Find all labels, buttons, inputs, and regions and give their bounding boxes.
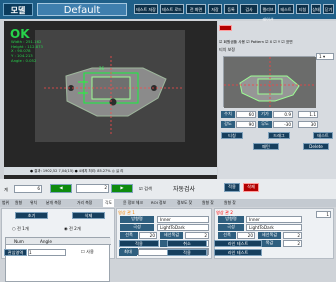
polarity-label-1: 극성 [120,224,154,231]
angle-header: Angle [40,239,52,244]
init-button[interactable]: 초기 [15,212,48,219]
pattern-button[interactable]: 패턴 [253,143,279,150]
width-input-2[interactable]: 20 [237,232,255,239]
register-button[interactable]: 등록 [224,4,238,14]
template-preview [223,56,316,108]
inspect-button[interactable]: 검사 [240,4,258,14]
delete-red-button[interactable]: 삭제 [243,183,259,192]
apply-line-button[interactable]: 적용 [119,240,159,247]
test-save-button[interactable]: 테스트 저장 [134,4,158,14]
line-test-button-top[interactable]: 라인 테스트 [214,240,262,247]
direction-label-2: 방향명 [218,216,244,223]
close-button[interactable]: 닫기 [323,4,334,14]
apply-button[interactable]: 적용 [224,183,240,192]
roi-button[interactable]: 관심영역 [4,249,27,256]
side-value-input[interactable]: 1 [316,211,331,218]
max-label: 최대 [119,249,137,256]
scale-label: 기가 [258,111,272,118]
size-input[interactable]: 60 [236,111,256,118]
polarity-select-1[interactable]: LightToDark [157,224,209,231]
fine-width-input-2[interactable]: 2 [283,232,302,239]
tab-find[interactable]: 정보도 찾 [175,199,194,207]
width-label-1: 선폭 [120,232,138,239]
angle-max-input[interactable]: 30 [298,121,318,128]
camera-badge: 26 [99,66,105,71]
model-title: Default [37,3,127,16]
page-input[interactable]: 2 [76,184,109,193]
checkbox-icon[interactable]: ☑ [265,40,268,44]
measurement-readout: Width : 251.162 Height : 112.873 X : 90.… [11,39,43,63]
cancel-line-button[interactable]: 취소 [167,240,207,247]
save-button[interactable]: 저장 [208,4,222,14]
app-logo: 모델 [3,3,33,16]
full-screen-button[interactable]: 전 화면 [186,4,206,14]
checkbox-icon[interactable]: ☑ [246,40,249,44]
search-checkbox[interactable]: ☑ 검색 [139,186,161,192]
angle-table[interactable]: Num Angle [5,237,111,282]
apply-bottom-button[interactable]: 적용 [167,249,207,256]
radio-one[interactable]: ○ 전 1개 [12,226,47,232]
tab-check[interactable]: 윤 정보 체크 [121,199,145,207]
checkbox-icon[interactable]: ☑ [219,40,222,44]
status-button[interactable]: 상태 [311,4,321,14]
camera-status-bar: ● 결과: 1902,52 7,04(15) ● 4세치 처리: 85.27% … [4,167,217,175]
tab-distance-measure[interactable]: 거리 측정 [75,199,94,207]
delete-button[interactable]: Delete [303,143,329,150]
table-header: Num Angle [6,238,111,245]
direction-select-1[interactable]: Inner [157,216,209,223]
line-test-button-bottom[interactable]: 라인 테스트 [214,249,262,256]
feature-checkbox-row[interactable]: ☑ 회원샘플 사용 ☑ Pattern ☑ X ☑ Y ☑ 표면 [219,39,334,45]
angle-min-input[interactable]: -30 [273,121,293,128]
strength-label: 강도 [221,121,235,128]
fine-width-label-2: 세선폭값 [258,232,281,239]
drag-button[interactable]: 드래그 [268,132,290,139]
num-header: Num [14,239,24,244]
red-toggle-button[interactable] [219,25,232,31]
delete-left-button[interactable]: 삭제 [72,212,105,219]
tab-position[interactable]: 위치 [28,199,39,207]
size-label: 수치 [221,111,235,118]
roi-input[interactable]: 1 [28,249,66,256]
tab-angle[interactable]: 각도 [103,199,114,207]
width-label-2: 선폭 [218,232,236,239]
tab-single-measure[interactable]: 낱개 측정 [44,199,63,207]
width-input-1[interactable]: 20 [139,232,157,239]
radio-icon: ○ [12,226,16,231]
tab-roi-info[interactable]: ROI 정보 [149,199,168,207]
test-button-right[interactable]: 테스트 [313,132,333,139]
scale-min-input[interactable]: 0.9 [273,111,293,118]
polarity-select-2[interactable]: LightToDark [246,224,302,231]
checkbox-icon[interactable]: ☑ [273,40,276,44]
direction-label-1: 방향명 [120,216,154,223]
count-label: 계 [4,187,8,192]
camera-view: 26 OK Width : 251.162 Height : 112.873 X… [4,21,217,179]
right-select[interactable]: 1 ▾ [316,53,334,60]
previous-arrow-icon[interactable]: ◀ [50,184,72,193]
radio-selected-icon: ◉ [64,226,68,231]
breadth-input-2[interactable]: 2 [283,240,302,247]
tab-circle-find[interactable]: 원형 찾 [200,199,216,207]
tab-circle[interactable]: 원형 [13,199,24,207]
calibration-button[interactable]: 캘리브레이션 [260,4,276,22]
tab-circle-find-2[interactable]: 원형 찾 [222,199,238,207]
teach-button[interactable]: 티칭 [296,4,309,14]
checkbox-icon[interactable]: ☑ [281,40,284,44]
test-button[interactable]: 테스트 [278,4,294,14]
scale-max-input[interactable]: 1.1 [298,111,318,118]
strength-input[interactable]: 90 [236,121,256,128]
count-input[interactable]: 6 [14,185,42,193]
use-checkbox[interactable]: ☐ 사용 [81,249,101,256]
angle-label: 무도 [258,121,272,128]
tab-range[interactable]: 범위 [0,199,11,207]
right-settings-panel: ☑ 회원샘플 사용 ☑ Pattern ☑ X ☑ Y ☑ 표면 티치 보정 1… [218,21,336,179]
polarity-label-2: 극성 [218,224,244,231]
next-arrow-icon[interactable]: ▶ [111,184,133,193]
test-load-button[interactable]: 테스트 로드 [160,4,184,14]
fine-width-input-1[interactable]: 2 [185,232,209,239]
auto-inspect-label: 자동검사 [173,186,196,193]
direction-select-2[interactable]: Inner [246,216,302,223]
radio-two[interactable]: ◉ 전 2개 [64,226,99,232]
fine-width-label-1: 세선폭값 [160,232,183,239]
teach-button-right[interactable]: 티칭 [221,132,243,139]
